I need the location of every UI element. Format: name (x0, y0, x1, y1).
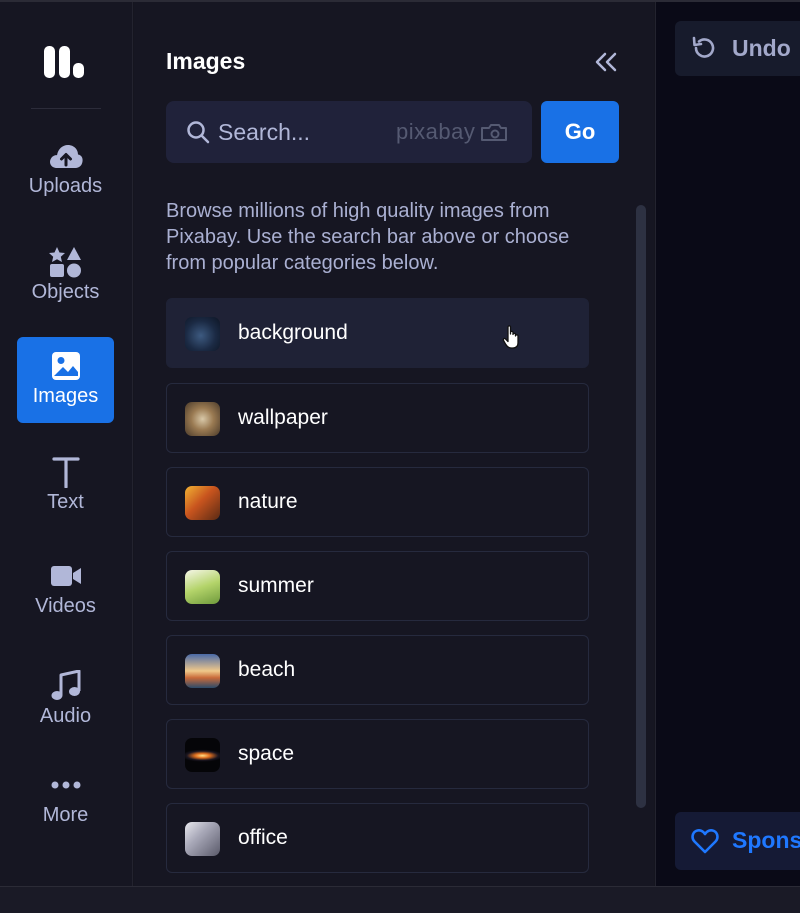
panel-description: Browse millions of high quality images f… (166, 200, 570, 274)
undo-icon (692, 36, 715, 58)
panel-scrollbar[interactable] (636, 205, 646, 808)
category-thumbnail (185, 654, 220, 688)
category-thumbnail (185, 486, 220, 520)
search-icon (186, 120, 210, 149)
category-label: nature (238, 490, 298, 513)
search-input[interactable] (218, 115, 388, 149)
sidebar-item-objects[interactable]: Objects (17, 233, 114, 319)
sidebar-rail: Uploads Objects Images Text Videos Audio… (0, 2, 133, 886)
category-item-office[interactable]: office (166, 803, 589, 873)
category-item-space[interactable]: space (166, 719, 589, 789)
category-thumbnail (185, 570, 220, 604)
sidebar-item-videos[interactable]: Videos (17, 547, 114, 633)
undo-button[interactable]: Undo (675, 21, 800, 76)
category-label: summer (238, 574, 314, 597)
sidebar-item-label: Text (47, 491, 84, 513)
search-box: pixabay (166, 101, 532, 163)
category-thumbnail (185, 402, 220, 436)
canvas-area: Undo Spons (655, 2, 800, 886)
video-camera-icon (17, 559, 114, 593)
sidebar-item-label: Audio (39, 705, 92, 727)
pixabay-logo-text: pixabay (396, 119, 476, 144)
sidebar-item-label: Videos (35, 595, 96, 617)
heart-icon (691, 828, 719, 854)
cloud-upload-icon (17, 139, 114, 173)
sponsor-label: Spons (732, 827, 800, 853)
category-thumbnail (185, 822, 220, 856)
category-label: office (238, 826, 288, 849)
music-note-icon (17, 669, 114, 703)
sidebar-item-uploads[interactable]: Uploads (17, 127, 114, 213)
category-label: beach (238, 658, 296, 681)
images-panel: Images pixabay Go Browse millions of hig… (134, 2, 654, 890)
collapse-panel-button[interactable] (592, 50, 620, 74)
sidebar-item-more[interactable]: More (17, 756, 114, 842)
category-label: background (238, 321, 348, 344)
hand-pointer-cursor-icon (502, 325, 519, 349)
category-item-summer[interactable]: summer (166, 551, 589, 621)
undo-label: Undo (732, 35, 791, 61)
rail-divider (31, 108, 101, 109)
category-thumbnail (185, 317, 220, 351)
shapes-icon (17, 245, 114, 279)
category-thumbnail (185, 738, 220, 772)
category-label: space (238, 742, 295, 765)
sidebar-item-label: More (42, 804, 89, 826)
category-item-beach[interactable]: beach (166, 635, 589, 705)
category-item-background[interactable]: background (166, 298, 589, 368)
sidebar-item-label: Images (32, 385, 99, 407)
sidebar-item-label: Uploads (28, 175, 103, 197)
camera-icon (481, 124, 508, 141)
sidebar-item-text[interactable]: Text (17, 443, 114, 529)
pixabay-logo: pixabay (396, 119, 509, 145)
bottom-bar (0, 886, 800, 913)
sidebar-item-images[interactable]: Images (17, 337, 114, 423)
search-go-button[interactable]: Go (541, 101, 619, 163)
category-item-wallpaper[interactable]: wallpaper (166, 383, 589, 453)
app-logo[interactable] (44, 40, 88, 78)
sponsor-button[interactable]: Spons (675, 812, 800, 870)
chevrons-left-icon (595, 52, 617, 72)
category-item-nature[interactable]: nature (166, 467, 589, 537)
category-label: wallpaper (238, 406, 328, 429)
image-icon (17, 349, 114, 383)
panel-title: Images (166, 48, 246, 74)
sidebar-item-audio[interactable]: Audio (17, 657, 114, 743)
sidebar-item-label: Objects (31, 281, 100, 303)
more-dots-icon (17, 768, 114, 802)
text-t-icon (17, 455, 114, 489)
